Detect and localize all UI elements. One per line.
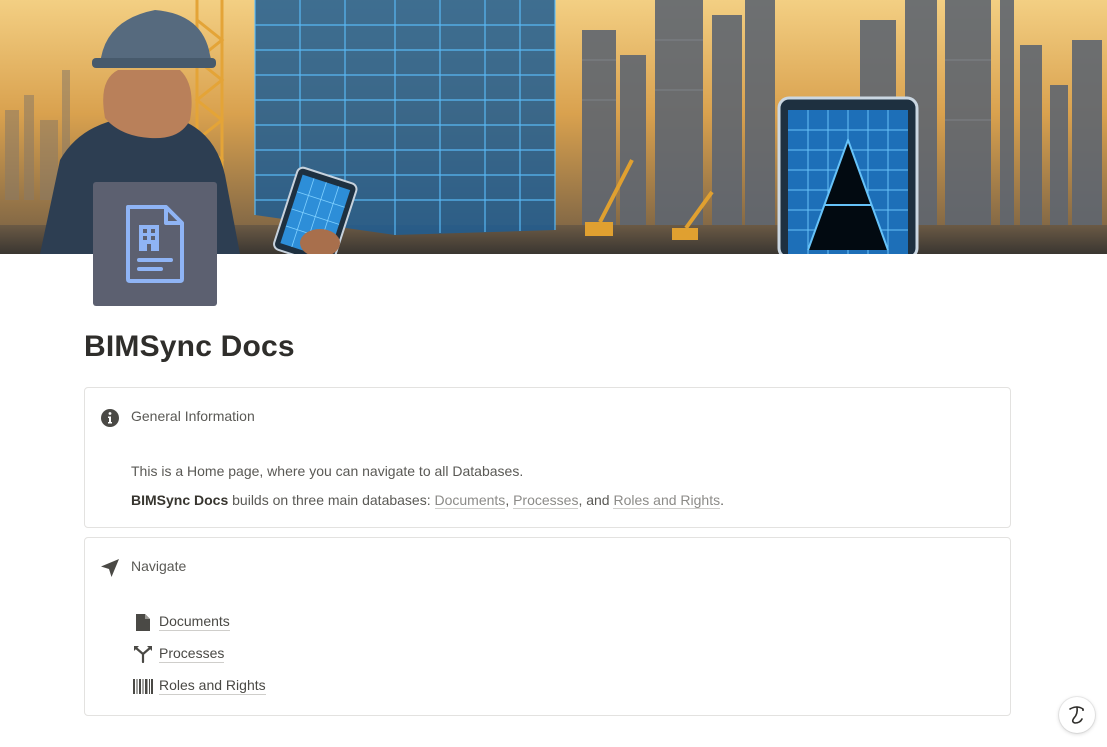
callout-heading: Navigate [131, 558, 187, 574]
general-information-callout: General Information This is a Home page,… [84, 387, 1011, 528]
callout-heading: General Information [131, 408, 255, 424]
barcode-icon [133, 676, 153, 696]
roles-and-rights-link[interactable]: Roles and Rights [613, 492, 721, 509]
document-icon [133, 612, 153, 632]
separator: , [505, 492, 514, 508]
processes-link[interactable]: Processes [513, 492, 579, 509]
page-icon[interactable] [93, 182, 217, 306]
brand-name: BIMSync Docs [131, 492, 229, 508]
navigate-callout: Navigate Documents Processes Roles and R… [84, 537, 1011, 716]
help-button[interactable] [1059, 697, 1095, 733]
help-icon [1069, 706, 1084, 724]
databases-text-part: builds on three main databases: [228, 492, 435, 508]
nav-item-label[interactable]: Roles and Rights [159, 677, 266, 695]
period: . [720, 492, 724, 508]
nav-item-documents[interactable]: Documents [133, 612, 230, 632]
nav-item-label[interactable]: Processes [159, 645, 225, 663]
nav-item-processes[interactable]: Processes [133, 644, 225, 664]
databases-text: BIMSync Docs builds on three main databa… [131, 492, 724, 509]
info-icon [100, 408, 120, 428]
building-document-icon [126, 205, 184, 283]
nav-item-roles-and-rights[interactable]: Roles and Rights [133, 676, 266, 696]
navigation-arrow-icon [100, 558, 120, 578]
documents-link[interactable]: Documents [434, 492, 506, 509]
nav-item-label[interactable]: Documents [159, 613, 230, 631]
separator: , and [578, 492, 614, 508]
blueprint-tablet-right [777, 96, 919, 254]
page-title: BIMSync Docs [84, 330, 295, 363]
intro-text: This is a Home page, where you can navig… [131, 463, 524, 479]
process-branch-icon [133, 644, 153, 664]
